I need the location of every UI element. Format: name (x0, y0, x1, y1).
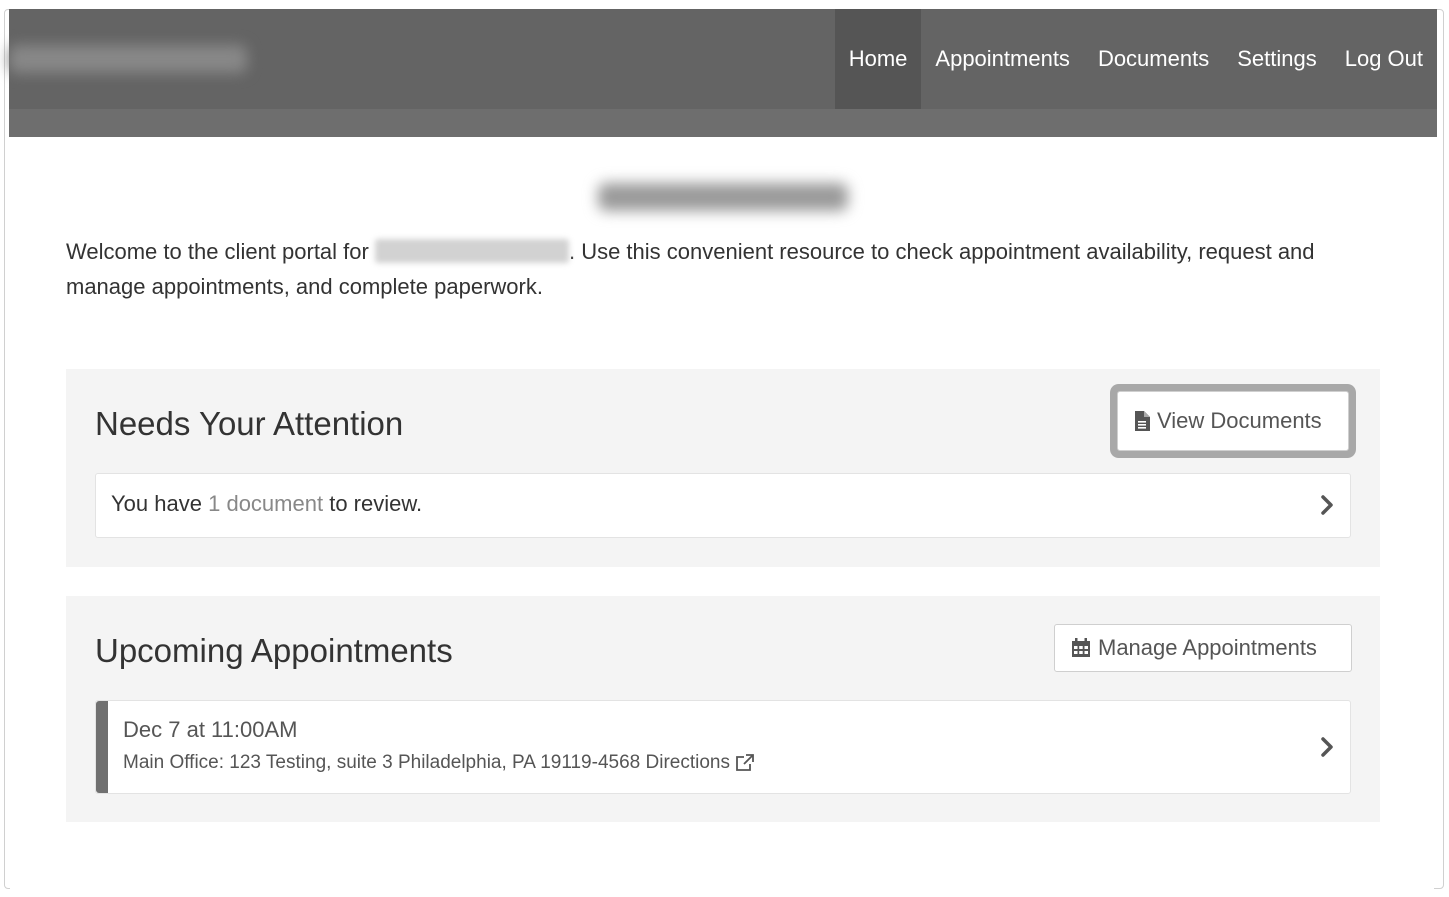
nav-settings[interactable]: Settings (1223, 9, 1331, 109)
appointment-address-line: Main Office: 123 Testing, suite 3 Philad… (123, 752, 755, 774)
directions-link[interactable]: Directions (646, 752, 730, 773)
nav-appointments[interactable]: Appointments (921, 9, 1084, 109)
brand-logo-redacted[interactable] (9, 45, 247, 73)
manage-appointments-button[interactable]: Manage Appointments (1054, 624, 1352, 672)
top-navbar: Home Appointments Documents Settings Log… (9, 9, 1437, 109)
appointment-address: Main Office: 123 Testing, suite 3 Philad… (123, 752, 641, 773)
nav-home[interactable]: Home (834, 9, 922, 109)
attention-title: Needs Your Attention (95, 405, 404, 442)
view-documents-label: View Documents (1157, 408, 1322, 433)
chevron-right-icon (1320, 736, 1334, 758)
appointment-date: Dec 7 at 11:00AM (123, 717, 298, 742)
practice-name-inline-redacted (374, 239, 569, 263)
chevron-right-icon (1320, 494, 1334, 516)
appointment-status-stripe (96, 701, 108, 793)
attention-panel: Needs Your Attention View Documents You … (66, 369, 1380, 567)
review-suffix: to review. (329, 491, 423, 516)
document-count[interactable]: 1 (208, 491, 220, 516)
manage-appointments-label: Manage Appointments (1098, 635, 1317, 660)
review-prefix: You have (111, 491, 202, 516)
practice-name-redacted (598, 183, 848, 211)
view-documents-button[interactable]: View Documents (1117, 391, 1349, 451)
external-link-icon[interactable] (735, 754, 755, 772)
welcome-text: Welcome to the client portal for . Use t… (66, 234, 1366, 304)
appointments-panel: Upcoming Appointments Manage Appointment… (66, 596, 1380, 822)
main-card: Welcome to the client portal for . Use t… (10, 137, 1434, 897)
nav-log-out[interactable]: Log Out (1331, 9, 1437, 109)
document-review-row[interactable]: You have 1 document to review. (95, 473, 1351, 538)
appointment-row[interactable]: Dec 7 at 11:00AM Main Office: 123 Testin… (95, 700, 1351, 794)
calendar-icon (1071, 638, 1091, 658)
file-icon (1134, 411, 1150, 431)
appointments-title: Upcoming Appointments (95, 632, 453, 669)
document-link[interactable]: document (226, 491, 323, 516)
nav-menu: Home Appointments Documents Settings Log… (834, 9, 1437, 109)
navbar-subbar (9, 109, 1437, 137)
welcome-before: Welcome to the client portal for (66, 239, 369, 264)
document-review-text: You have 1 document to review. (111, 491, 422, 517)
nav-documents[interactable]: Documents (1084, 9, 1223, 109)
